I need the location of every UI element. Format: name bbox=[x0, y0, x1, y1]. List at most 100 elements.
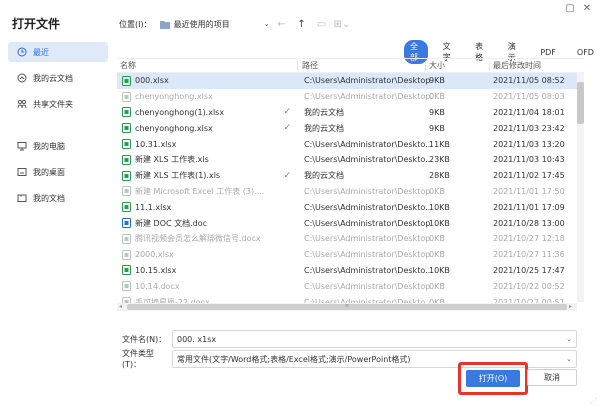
file-size: 28KB bbox=[429, 171, 450, 181]
file-path: C:\Users\Administrator\Desktop bbox=[304, 218, 431, 228]
open-button[interactable]: 打开(O) bbox=[466, 370, 520, 387]
computer-icon bbox=[16, 140, 28, 152]
sidebar-item-label: 我的桌面 bbox=[33, 167, 65, 177]
chevron-down-icon[interactable]: ⌄ bbox=[566, 335, 572, 343]
file-row[interactable]: 新建 Microsoft Excel 工作表 (3).... C:\Users\A… bbox=[117, 184, 584, 200]
file-name: 新建 XLS 工作表(1).xls bbox=[135, 171, 221, 181]
sidebar-item-cloud[interactable]: 我的云文档 bbox=[8, 68, 108, 88]
file-name-cell: 新建 XLS 工作表(1).xls ✓ bbox=[117, 170, 297, 181]
file-row[interactable]: chenyonghong.xlsx C:\Users\Administrator\… bbox=[117, 89, 584, 105]
column-size[interactable]: 大小 bbox=[425, 60, 489, 71]
excel-sheet-icon bbox=[122, 154, 131, 165]
file-row[interactable]: 000.xlsx C:\Users\Administrator\Desktop 9K… bbox=[117, 73, 584, 89]
file-time: 2021/11/05 08:03 bbox=[493, 92, 565, 102]
file-name-cell: chenyonghong.xlsx bbox=[117, 91, 297, 102]
scroll-left-icon[interactable]: ◂ bbox=[119, 303, 122, 310]
file-name-cell: 新建 XLS 工作表.xls bbox=[117, 154, 297, 165]
file-size: 11KB bbox=[429, 139, 450, 149]
chevron-down-icon[interactable]: ⌄ bbox=[566, 355, 572, 363]
horizontal-scrollbar[interactable]: ◂ ≡ ▸ bbox=[117, 303, 577, 311]
file-name: 新建 Microsoft Excel 工作表 (3).... bbox=[135, 186, 265, 196]
file-path: C:\Users\Administrator\Desktop bbox=[304, 186, 431, 196]
excel-sheet-icon bbox=[122, 107, 131, 118]
file-row[interactable]: 10.15.xlsx C:\Users\Administrator\Deskto.… bbox=[117, 263, 584, 279]
filetype-value: 常用文件(文字/Word格式;表格/Excel格式;演示/PowerPoint格… bbox=[177, 354, 411, 364]
file-time: 2021/11/03 10:43 bbox=[493, 155, 565, 165]
scroll-right-icon[interactable]: ▸ bbox=[569, 303, 572, 310]
maximize-button[interactable]: ▢ bbox=[563, 2, 577, 16]
file-path: C:\Users\Administrator\Deskto... bbox=[304, 139, 433, 149]
location-value: 最近使用的项目 bbox=[173, 19, 230, 29]
excel-sheet-icon bbox=[122, 249, 131, 260]
file-path: C:\Users\Administrator\Deskto... bbox=[304, 202, 433, 212]
location-select[interactable]: 最近使用的项目 ⌄ bbox=[159, 17, 270, 32]
column-path[interactable]: 路径 bbox=[297, 60, 425, 71]
filename-input[interactable]: 000. x1sx ⌄ bbox=[172, 330, 577, 348]
cancel-button[interactable]: 取消 bbox=[527, 369, 577, 386]
sidebar-item-desktop[interactable]: 我的桌面 bbox=[8, 162, 108, 182]
sidebar-item-computer[interactable]: 我的电脑 bbox=[8, 136, 108, 156]
up-arrow-icon[interactable]: ↑ bbox=[294, 19, 310, 30]
file-row[interactable]: 新建 DOC 文档.doc C:\Users\Administrator\Desk… bbox=[117, 215, 584, 231]
file-row[interactable]: 2000.xlsx C:\Users\Administrator\Desktop 0… bbox=[117, 247, 584, 263]
share-icon bbox=[16, 98, 28, 110]
sidebar-item-documents[interactable]: 我的文档 bbox=[8, 188, 108, 208]
folder-icon bbox=[159, 20, 170, 29]
vertical-scrollbar[interactable] bbox=[577, 72, 584, 302]
sidebar-item-recent[interactable]: 最近 bbox=[8, 42, 108, 62]
file-name: chenyonghong(1).xlsx bbox=[135, 107, 225, 117]
file-size: 9KB bbox=[429, 76, 445, 86]
file-time: 2021/11/03 13:20 bbox=[493, 139, 565, 149]
synced-check-icon: ✓ bbox=[283, 123, 291, 134]
file-path: 我的云文档 bbox=[304, 171, 344, 181]
file-name-cell: 11.1.xlsx bbox=[117, 202, 297, 213]
view-mode-icon[interactable]: ⊞⌄ bbox=[334, 19, 351, 30]
back-arrow-icon[interactable]: ← bbox=[274, 19, 290, 30]
column-name[interactable]: 名称 bbox=[117, 60, 297, 71]
file-name-cell: 新建 Microsoft Excel 工作表 (3).... bbox=[117, 186, 297, 197]
synced-check-icon: ✓ bbox=[283, 170, 291, 181]
scroll-thumb[interactable]: ≡ bbox=[127, 304, 567, 310]
dialog-title: 打开文件 bbox=[12, 17, 61, 31]
word-doc-icon bbox=[122, 233, 131, 244]
documents-icon bbox=[16, 192, 28, 204]
scroll-thumb[interactable] bbox=[577, 82, 584, 124]
file-time: 2021/10/27 12:18 bbox=[493, 234, 565, 244]
file-time: 2021/11/01 17:09 bbox=[493, 202, 565, 212]
file-path: C:\Users\Administrator\Desktop bbox=[304, 281, 431, 291]
sidebar-item-label: 最近 bbox=[33, 47, 49, 57]
file-path: C:\Users\Administrator\Desktop bbox=[304, 76, 431, 86]
file-path: C:\Users\Administrator\Desktop bbox=[304, 92, 431, 102]
sidebar-item-shared[interactable]: 共享文件夹 bbox=[8, 94, 108, 114]
file-path: C:\Users\Administrator\Deskto... bbox=[304, 265, 433, 275]
filter-pdf[interactable]: PDF bbox=[534, 47, 562, 58]
file-row[interactable]: chenyonghong(1).xlsx ✓ 我的云文档 9KB 2021/11/04 … bbox=[117, 105, 584, 121]
filter-ofd[interactable]: OFD bbox=[571, 47, 600, 58]
file-row[interactable]: 10.31.xlsx C:\Users\Administrator\Deskto.… bbox=[117, 136, 584, 152]
close-button[interactable]: ✕ bbox=[580, 2, 594, 16]
excel-sheet-icon bbox=[122, 265, 131, 276]
column-time[interactable]: 最后修改时间 bbox=[489, 60, 584, 71]
file-time: 2021/10/25 17:47 bbox=[493, 265, 565, 275]
file-row[interactable]: 新建 XLS 工作表.xls C:\Users\Administrator\Des… bbox=[117, 152, 584, 168]
synced-check-icon: ✓ bbox=[283, 107, 291, 118]
chevron-down-icon: ⌄ bbox=[263, 20, 270, 28]
location-label: 位置(I)： bbox=[119, 19, 152, 29]
file-row[interactable]: 11.1.xlsx C:\Users\Administrator\Deskto..… bbox=[117, 199, 584, 215]
file-size: 0KB bbox=[429, 250, 445, 260]
file-row[interactable]: 新建 XLS 工作表(1).xls ✓ 我的云文档 28KB 2021/11/02 17… bbox=[117, 168, 584, 184]
file-row[interactable]: chenyonghong.xlsx ✓ 我的云文档 9KB 2021/11/03 23:… bbox=[117, 120, 584, 136]
file-time: 2021/10/27 11:36 bbox=[493, 250, 565, 260]
open-button-highlight: 打开(O) bbox=[458, 362, 528, 395]
file-time: 2021/11/03 23:42 bbox=[493, 123, 565, 133]
new-folder-icon[interactable]: ▭ bbox=[314, 19, 330, 30]
resize-grip-icon[interactable]: ⋰ bbox=[590, 397, 597, 405]
file-row[interactable]: 腾讯视频会员怎么解绑微信号.docx C:\Users\Administrator… bbox=[117, 231, 584, 247]
file-path: C:\Users\Administrator\Desktop bbox=[304, 250, 431, 260]
excel-sheet-icon bbox=[122, 75, 131, 86]
sidebar-item-label: 我的文档 bbox=[33, 193, 65, 203]
file-time: 2021/11/01 17:50 bbox=[493, 186, 565, 196]
filetype-label: 文件类型(T)： bbox=[122, 349, 154, 369]
file-row[interactable]: 10.14.docx C:\Users\Administrator\Desktop… bbox=[117, 278, 584, 294]
file-name: 腾讯视频会员怎么解绑微信号.docx bbox=[135, 234, 261, 244]
